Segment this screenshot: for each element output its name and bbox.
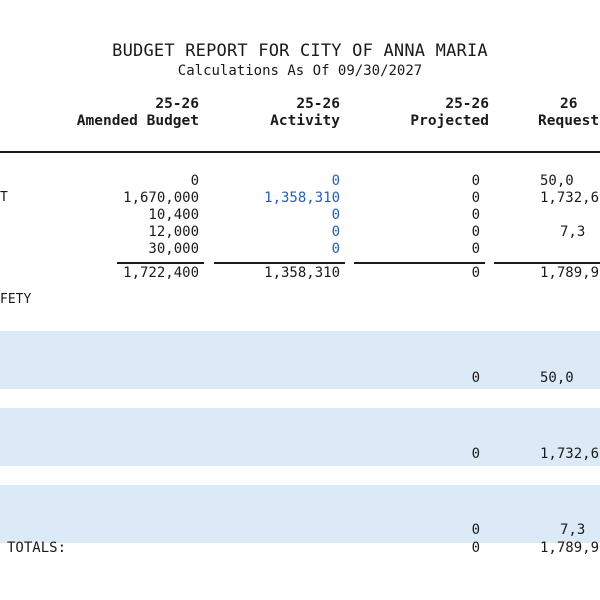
- summary-projected: 0: [471, 446, 480, 462]
- summary-band: [0, 408, 600, 466]
- summary-projected: 0: [471, 522, 480, 538]
- subtotal-rule: [494, 262, 600, 264]
- subtotal-rule: [117, 262, 204, 264]
- activity-link[interactable]: 0: [332, 207, 340, 224]
- column-label: Request: [538, 113, 600, 129]
- column-header-amended: 25-26 Amended Budget: [77, 96, 199, 130]
- column-year: 25-26: [296, 96, 340, 112]
- column-label: Amended Budget: [76, 113, 199, 129]
- amended-value: 12,000: [148, 224, 199, 240]
- amended-value: 10,400: [148, 207, 199, 223]
- projected-value: 0: [471, 207, 480, 223]
- column-header-request: 26 Request: [538, 96, 599, 130]
- activity-link[interactable]: 0: [332, 224, 340, 241]
- subtotal-amended: 1,722,400: [123, 265, 199, 281]
- column-year: 25-26: [155, 96, 199, 112]
- subtotal-rule: [214, 262, 345, 264]
- row-label: T: [0, 190, 8, 205]
- subtotal-request: 1,789,9: [540, 265, 600, 281]
- column-label: Projected: [410, 113, 489, 129]
- column-year: 25-26: [445, 96, 489, 112]
- header-divider: [0, 151, 600, 153]
- report-title: BUDGET REPORT FOR CITY OF ANNA MARIA: [112, 41, 488, 61]
- totals-request: 1,789,9: [540, 540, 600, 556]
- summary-request: 50,0: [540, 370, 574, 386]
- amended-value: 1,670,000: [123, 190, 199, 206]
- amended-value: 0: [190, 173, 199, 189]
- subtotal-projected: 0: [471, 265, 480, 281]
- section-label: FETY: [0, 292, 32, 307]
- request-value: 1,732,6: [540, 190, 600, 206]
- projected-value: 0: [471, 173, 480, 189]
- summary-band: [0, 485, 600, 543]
- activity-link[interactable]: 0: [332, 173, 340, 190]
- projected-value: 0: [471, 224, 480, 240]
- summary-request: 1,732,6: [540, 446, 600, 462]
- subtotal-rule: [354, 262, 485, 264]
- column-header-projected: 25-26 Projected: [410, 96, 489, 130]
- amended-value: 30,000: [148, 241, 199, 257]
- column-header-activity: 25-26 Activity: [270, 96, 340, 130]
- column-label: Activity: [270, 113, 340, 129]
- projected-value: 0: [471, 241, 480, 257]
- totals-projected: 0: [471, 540, 480, 556]
- request-value: 7,3: [560, 224, 586, 240]
- activity-link[interactable]: 0: [332, 241, 340, 258]
- activity-link[interactable]: 1,358,310: [264, 190, 340, 207]
- summary-band: [0, 331, 600, 389]
- summary-request: 7,3: [560, 522, 586, 538]
- projected-value: 0: [471, 190, 480, 206]
- subtotal-activity: 1,358,310: [264, 265, 340, 281]
- column-year: 26: [560, 96, 578, 112]
- summary-projected: 0: [471, 370, 480, 386]
- totals-label: TOTALS:: [7, 540, 67, 556]
- report-subtitle: Calculations As Of 09/30/2027: [177, 63, 423, 79]
- request-value: 50,0: [540, 173, 574, 189]
